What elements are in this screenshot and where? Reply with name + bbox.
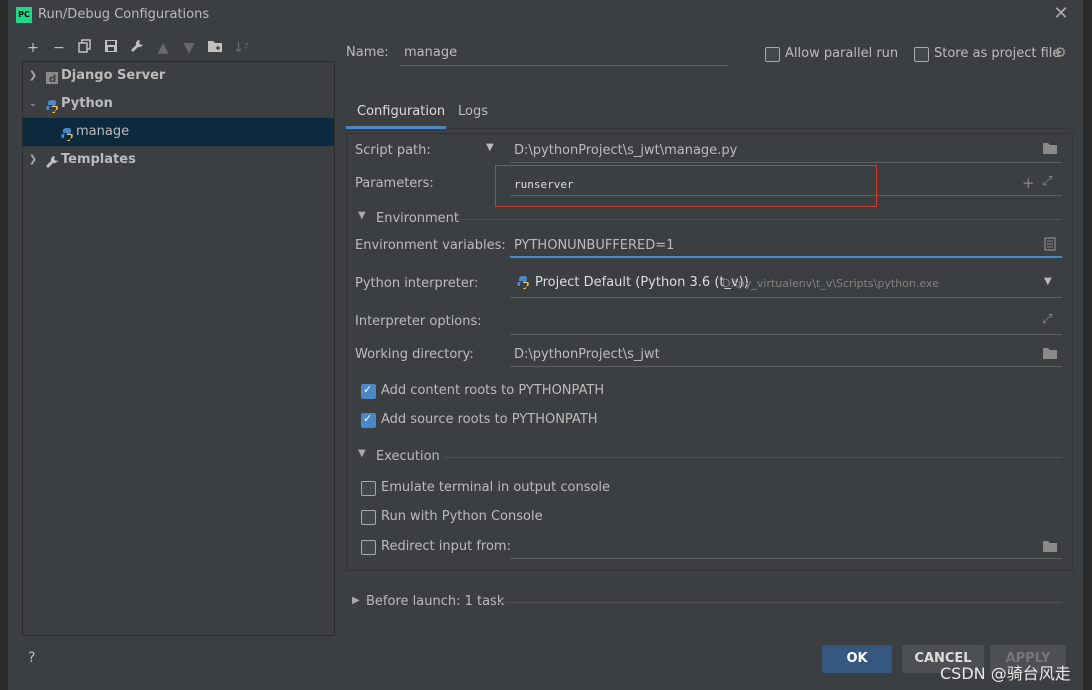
background-editor-left <box>0 0 8 690</box>
python-console-checkbox[interactable] <box>361 510 376 525</box>
tree-item-label: Python <box>61 90 113 118</box>
add-icon[interactable]: + <box>24 39 42 57</box>
sort-icon[interactable]: ↓ᶻ <box>232 39 250 57</box>
chevron-right-icon[interactable]: ▶ <box>352 595 360 606</box>
interpreter-underline <box>510 297 1062 298</box>
tabs-divider <box>346 128 1070 129</box>
script-path-field[interactable]: D:\pythonProject\s_jwt\manage.py <box>514 143 737 158</box>
redirect-input-underline <box>510 558 1062 559</box>
execution-section-title: Execution <box>376 449 440 464</box>
tree-item-templates[interactable]: ❯ Templates <box>23 146 334 174</box>
tree-item-manage[interactable]: manage <box>23 118 334 146</box>
tree-item-label: manage <box>76 118 129 146</box>
chevron-right-icon[interactable]: ❯ <box>27 62 39 90</box>
working-dir-label: Working directory: <box>355 347 474 362</box>
new-folder-icon[interactable] <box>206 39 224 57</box>
redirect-input-checkbox[interactable] <box>361 540 376 555</box>
close-icon[interactable]: ✕ <box>1051 4 1071 24</box>
help-button[interactable]: ? <box>28 650 35 666</box>
tab-active-indicator <box>346 126 446 129</box>
parameters-label: Parameters: <box>355 176 434 191</box>
expand-icon[interactable]: ⤢ <box>1042 312 1052 327</box>
emulate-terminal-checkbox[interactable] <box>361 481 376 496</box>
section-divider <box>496 602 1062 603</box>
script-path-dropdown-icon[interactable]: ▼ <box>486 142 494 153</box>
chevron-down-icon[interactable]: ▼ <box>358 210 366 221</box>
environment-section-title: Environment <box>376 211 459 226</box>
expand-icon[interactable]: ⤢ <box>1042 174 1052 189</box>
folder-icon[interactable] <box>1042 141 1058 159</box>
django-icon: d <box>45 68 61 84</box>
configuration-tree: ❯ d Django Server ⌄ Python manage ❯ Temp… <box>22 61 335 636</box>
env-vars-underline <box>510 256 1062 258</box>
save-icon[interactable] <box>102 39 120 57</box>
script-path-label: Script path: <box>355 143 431 158</box>
env-vars-label: Environment variables: <box>355 238 506 253</box>
highlight-box <box>495 165 877 207</box>
redirect-input-label: Redirect input from: <box>381 539 511 554</box>
move-up-icon[interactable]: ▲ <box>154 39 172 57</box>
add-content-roots-label: Add content roots to PYTHONPATH <box>381 383 604 398</box>
before-launch-label[interactable]: Before launch: 1 task <box>366 594 504 609</box>
python-icon <box>516 275 530 293</box>
allow-parallel-checkbox[interactable] <box>765 47 780 62</box>
add-source-roots-label: Add source roots to PYTHONPATH <box>381 412 598 427</box>
python-icon <box>60 124 76 140</box>
tree-item-django-server[interactable]: ❯ d Django Server <box>23 62 334 90</box>
interp-options-underline <box>510 334 1062 335</box>
tree-item-label: Django Server <box>61 62 165 90</box>
emulate-terminal-label: Emulate terminal in output console <box>381 480 610 495</box>
folder-icon[interactable] <box>1042 539 1058 557</box>
store-project-label: Store as project file <box>934 46 1060 61</box>
allow-parallel-label: Allow parallel run <box>785 46 898 61</box>
script-path-underline <box>510 162 1062 163</box>
name-field-underline <box>400 65 728 66</box>
section-divider <box>444 457 1062 458</box>
dialog-title: Run/Debug Configurations <box>38 7 209 22</box>
working-dir-field[interactable]: D:\pythonProject\s_jwt <box>514 347 660 362</box>
document-icon[interactable] <box>1044 237 1056 255</box>
interpreter-path: D:\py_virtualenv\t_v\Scripts\python.exe <box>722 277 939 290</box>
name-field[interactable]: manage <box>404 45 457 60</box>
background-editor-right <box>1083 0 1092 690</box>
folder-icon[interactable] <box>1042 346 1058 364</box>
python-console-label: Run with Python Console <box>381 509 543 524</box>
tab-configuration[interactable]: Configuration <box>357 104 445 119</box>
remove-icon[interactable]: − <box>50 39 68 57</box>
interpreter-label: Python interpreter: <box>355 276 478 291</box>
interp-options-label: Interpreter options: <box>355 314 482 329</box>
gear-icon[interactable]: ⚙ <box>1054 45 1067 61</box>
env-vars-field[interactable]: PYTHONUNBUFFERED=1 <box>514 238 674 253</box>
name-label: Name: <box>346 45 389 60</box>
ok-button[interactable]: OK <box>822 645 892 673</box>
chevron-down-icon[interactable]: ▼ <box>1044 276 1052 287</box>
wrench-icon[interactable] <box>128 39 146 57</box>
interpreter-select[interactable]: Project Default (Python 3.6 (t_v)) <box>535 275 749 290</box>
chevron-right-icon[interactable]: ❯ <box>27 146 39 174</box>
title-bar: PC Run/Debug Configurations ✕ <box>8 0 1083 30</box>
add-source-roots-checkbox[interactable] <box>361 413 376 428</box>
wrench-icon <box>45 152 61 168</box>
add-icon[interactable]: + <box>1022 174 1035 192</box>
copy-icon[interactable] <box>76 39 94 57</box>
move-down-icon[interactable]: ▼ <box>180 39 198 57</box>
watermark: CSDN @骑台风走 <box>940 660 1071 684</box>
tree-item-python[interactable]: ⌄ Python <box>23 90 334 118</box>
svg-text:d: d <box>49 74 56 85</box>
add-content-roots-checkbox[interactable] <box>361 384 376 399</box>
tab-logs[interactable]: Logs <box>458 104 488 119</box>
run-debug-dialog: PC Run/Debug Configurations ✕ + − ▲ ▼ ↓ᶻ… <box>8 0 1083 690</box>
pycharm-logo: PC <box>16 7 32 23</box>
store-project-checkbox[interactable] <box>914 47 929 62</box>
working-dir-underline <box>510 366 1062 367</box>
chevron-down-icon[interactable]: ⌄ <box>27 90 39 118</box>
tree-item-label: Templates <box>61 146 136 174</box>
python-icon <box>45 96 61 112</box>
chevron-down-icon[interactable]: ▼ <box>358 448 366 459</box>
section-divider <box>458 219 1062 220</box>
